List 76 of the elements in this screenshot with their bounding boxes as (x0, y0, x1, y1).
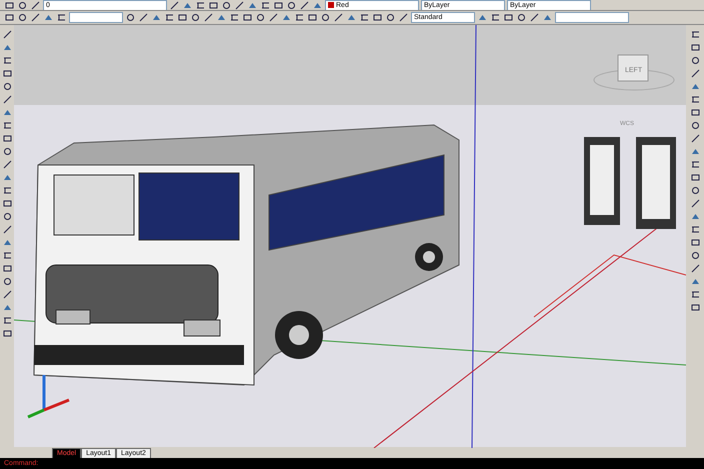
toolbar-button[interactable] (2, 224, 12, 235)
toolbar-button[interactable] (4, 0, 15, 10)
toolbar-button[interactable] (690, 263, 700, 274)
toolbar-button[interactable] (294, 12, 305, 23)
toolbar-button[interactable] (529, 12, 540, 23)
toolbar-button[interactable] (190, 12, 201, 23)
toolbar-button[interactable] (164, 12, 175, 23)
toolbar-button[interactable] (138, 12, 149, 23)
toolbar-button[interactable] (690, 159, 700, 170)
toolbar-button[interactable] (17, 12, 28, 23)
toolbar-button[interactable] (260, 0, 271, 10)
toolbar-button[interactable] (2, 146, 12, 157)
toolbar-button[interactable] (268, 12, 279, 23)
toolbar-button[interactable] (320, 12, 331, 23)
toolbar-button[interactable] (690, 237, 700, 248)
toolbar-button[interactable] (2, 81, 12, 92)
toolbar-button[interactable] (2, 328, 12, 339)
toolbar-button[interactable] (242, 12, 253, 23)
toolbar-button[interactable] (690, 29, 700, 40)
toolbar-button[interactable] (690, 224, 700, 235)
toolbar-button[interactable] (690, 94, 700, 105)
toolbar-button[interactable] (516, 12, 527, 23)
toolbar-button[interactable] (2, 315, 12, 326)
toolbar-button[interactable] (221, 0, 232, 10)
toolbar-button[interactable] (690, 42, 700, 53)
toolbar-button[interactable] (398, 12, 409, 23)
toolbar-button[interactable] (690, 68, 700, 79)
toolbar-button[interactable] (17, 0, 28, 10)
toolbar-button[interactable] (255, 12, 266, 23)
ucs-axes-icon (27, 375, 70, 418)
toolbar-button[interactable] (2, 211, 12, 222)
toolbar-button[interactable] (2, 94, 12, 105)
toolbar-button[interactable] (503, 12, 514, 23)
toolbar-button[interactable] (208, 0, 219, 10)
toolbar-button[interactable] (385, 12, 396, 23)
toolbar-button[interactable] (690, 172, 700, 183)
toolbar-button[interactable] (2, 159, 12, 170)
toolbar-button[interactable] (690, 107, 700, 118)
toolbar-button[interactable] (359, 12, 370, 23)
toolbar-button[interactable] (195, 0, 206, 10)
toolbar-button[interactable] (30, 12, 41, 23)
toolbar-button[interactable] (234, 0, 245, 10)
toolbar-button[interactable] (2, 29, 12, 40)
toolbar-button[interactable] (125, 12, 136, 23)
toolbar-button[interactable] (490, 12, 501, 23)
toolbar-button[interactable] (2, 250, 12, 261)
toolbar-button[interactable] (690, 55, 700, 66)
toolbar-button[interactable] (372, 12, 383, 23)
toolbar-button[interactable] (2, 276, 12, 287)
toolbar-button[interactable] (333, 12, 344, 23)
toolbar-button[interactable] (56, 12, 67, 23)
toolbar-button[interactable] (307, 12, 318, 23)
toolbar-button[interactable] (2, 120, 12, 131)
toolbar-button[interactable] (690, 198, 700, 209)
toolbar-button[interactable] (229, 12, 240, 23)
toolbar-button[interactable] (690, 133, 700, 144)
toolbar-button[interactable] (2, 68, 12, 79)
toolbar-button[interactable] (690, 185, 700, 196)
toolbar-button[interactable] (690, 250, 700, 261)
toolbar-button[interactable] (2, 289, 12, 300)
toolbar-button[interactable] (286, 0, 297, 10)
toolbar-button[interactable] (273, 0, 284, 10)
toolbar-button[interactable] (2, 55, 12, 66)
toolbar-button[interactable] (2, 133, 12, 144)
toolbar-button[interactable] (690, 289, 700, 300)
toolbar-button[interactable] (690, 120, 700, 131)
toolbar-button[interactable] (2, 263, 12, 274)
toolbar-button[interactable] (2, 198, 12, 209)
toolbar-button[interactable] (203, 12, 214, 23)
toolbar-button[interactable] (299, 0, 310, 10)
toolbar-button[interactable] (177, 12, 188, 23)
toolbar-button[interactable] (169, 0, 180, 10)
toolbar-button[interactable] (690, 302, 700, 313)
toolbar-button[interactable] (2, 185, 12, 196)
toolbar-button[interactable] (30, 0, 41, 10)
toolbar-button[interactable] (4, 12, 15, 23)
